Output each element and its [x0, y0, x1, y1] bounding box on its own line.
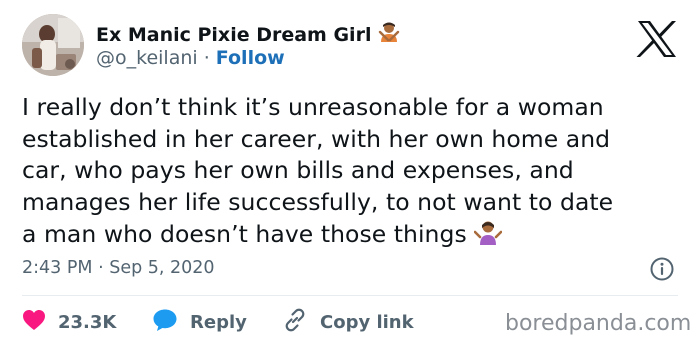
- like-count: 23.3K: [58, 311, 117, 333]
- person-gesturing-no-icon: [377, 20, 401, 49]
- tweet-timestamp[interactable]: 2:43 PM · Sep 5, 2020: [22, 258, 215, 278]
- action-bar: 23.3K Reply Copy link: [22, 305, 414, 339]
- speech-bubble-icon: [152, 308, 178, 337]
- avatar[interactable]: [22, 14, 84, 76]
- reply-button[interactable]: Reply: [152, 308, 282, 337]
- tweet-body: I really don’t think it’s unreasonable f…: [22, 93, 614, 248]
- copy-link-button[interactable]: Copy link: [282, 307, 414, 338]
- tweet-time: 2:43 PM: [22, 258, 93, 278]
- divider: [22, 295, 678, 296]
- avatar-image: [22, 14, 84, 76]
- link-icon: [282, 307, 308, 338]
- tweet-text: I really don’t think it’s unreasonable f…: [22, 92, 692, 255]
- x-logo-icon[interactable]: [636, 20, 678, 58]
- copy-link-label: Copy link: [320, 311, 414, 333]
- watermark: boredpanda.com: [505, 311, 692, 336]
- author-display-name-row[interactable]: Ex Manic Pixie Dream Girl: [96, 20, 401, 49]
- tweet-date: Sep 5, 2020: [109, 258, 215, 278]
- heart-icon: [22, 309, 46, 336]
- handle-separator: ·: [197, 47, 216, 69]
- author-handle-row: @o_keilani · Follow: [96, 47, 285, 69]
- person-shrugging-icon: [473, 218, 503, 255]
- timestamp-separator: ·: [92, 258, 110, 278]
- reply-label: Reply: [190, 311, 247, 333]
- info-icon[interactable]: [649, 256, 675, 282]
- like-button[interactable]: 23.3K: [22, 309, 152, 336]
- author-handle[interactable]: @o_keilani: [96, 47, 198, 69]
- follow-button[interactable]: Follow: [216, 47, 285, 69]
- author-display-name[interactable]: Ex Manic Pixie Dream Girl: [96, 24, 371, 46]
